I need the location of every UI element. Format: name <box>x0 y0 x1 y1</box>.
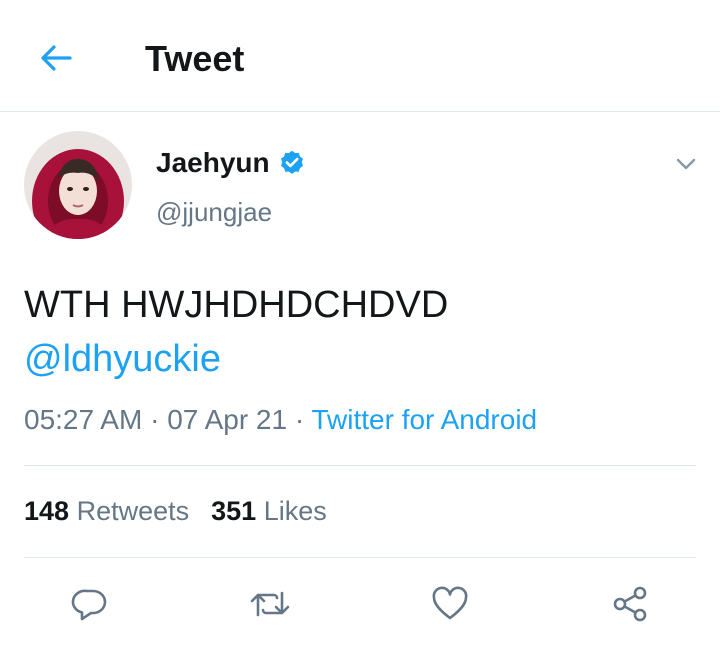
tweet-meta: 05:27 AM · 07 Apr 21 · Twitter for Andro… <box>24 402 537 438</box>
mention-link[interactable]: @ldhyuckie <box>24 332 696 386</box>
retweets-stat[interactable]: 148 Retweets <box>24 496 189 526</box>
tweet-source-link[interactable]: Twitter for Android <box>311 404 537 435</box>
back-button[interactable] <box>36 38 76 78</box>
share-icon <box>613 586 647 622</box>
retweets-count: 148 <box>24 496 70 526</box>
more-options-button[interactable] <box>672 150 700 178</box>
chevron-down-icon <box>676 158 696 170</box>
back-arrow-icon <box>41 45 72 71</box>
share-button[interactable] <box>606 580 654 628</box>
retweets-label: Retweets <box>76 496 190 526</box>
like-button[interactable] <box>426 580 474 628</box>
like-icon <box>432 586 468 620</box>
engagement-stats: 148 Retweets 351 Likes <box>24 494 327 528</box>
tweet-date: 07 Apr 21 <box>167 404 288 435</box>
reply-button[interactable] <box>66 580 114 628</box>
likes-stat[interactable]: 351 Likes <box>211 496 327 526</box>
bottom-edge <box>0 648 720 665</box>
retweet-icon <box>250 591 290 617</box>
avatar[interactable] <box>24 131 132 239</box>
page-title: Tweet <box>145 38 245 79</box>
author-name: Jaehyun <box>156 147 270 178</box>
reply-icon <box>71 589 107 621</box>
meta-separator: · <box>294 404 305 435</box>
meta-separator: · <box>150 404 160 435</box>
action-bar <box>0 580 720 628</box>
verified-badge-icon <box>280 150 303 174</box>
divider <box>24 557 696 558</box>
likes-count: 351 <box>211 496 257 526</box>
author-name-row[interactable]: Jaehyun <box>156 146 306 180</box>
tweet-time: 05:27 AM <box>24 404 143 435</box>
top-app-bar: Tweet <box>0 0 720 112</box>
retweet-button[interactable] <box>246 580 294 628</box>
tweet-text-line: WTH HWJHDHDCHDVD <box>24 284 449 326</box>
tweet-text: WTH HWJHDHDCHDVD @ldhyuckie <box>24 278 696 386</box>
divider <box>24 465 696 466</box>
author-handle[interactable]: @jjungjae <box>156 196 272 228</box>
likes-label: Likes <box>263 496 327 526</box>
